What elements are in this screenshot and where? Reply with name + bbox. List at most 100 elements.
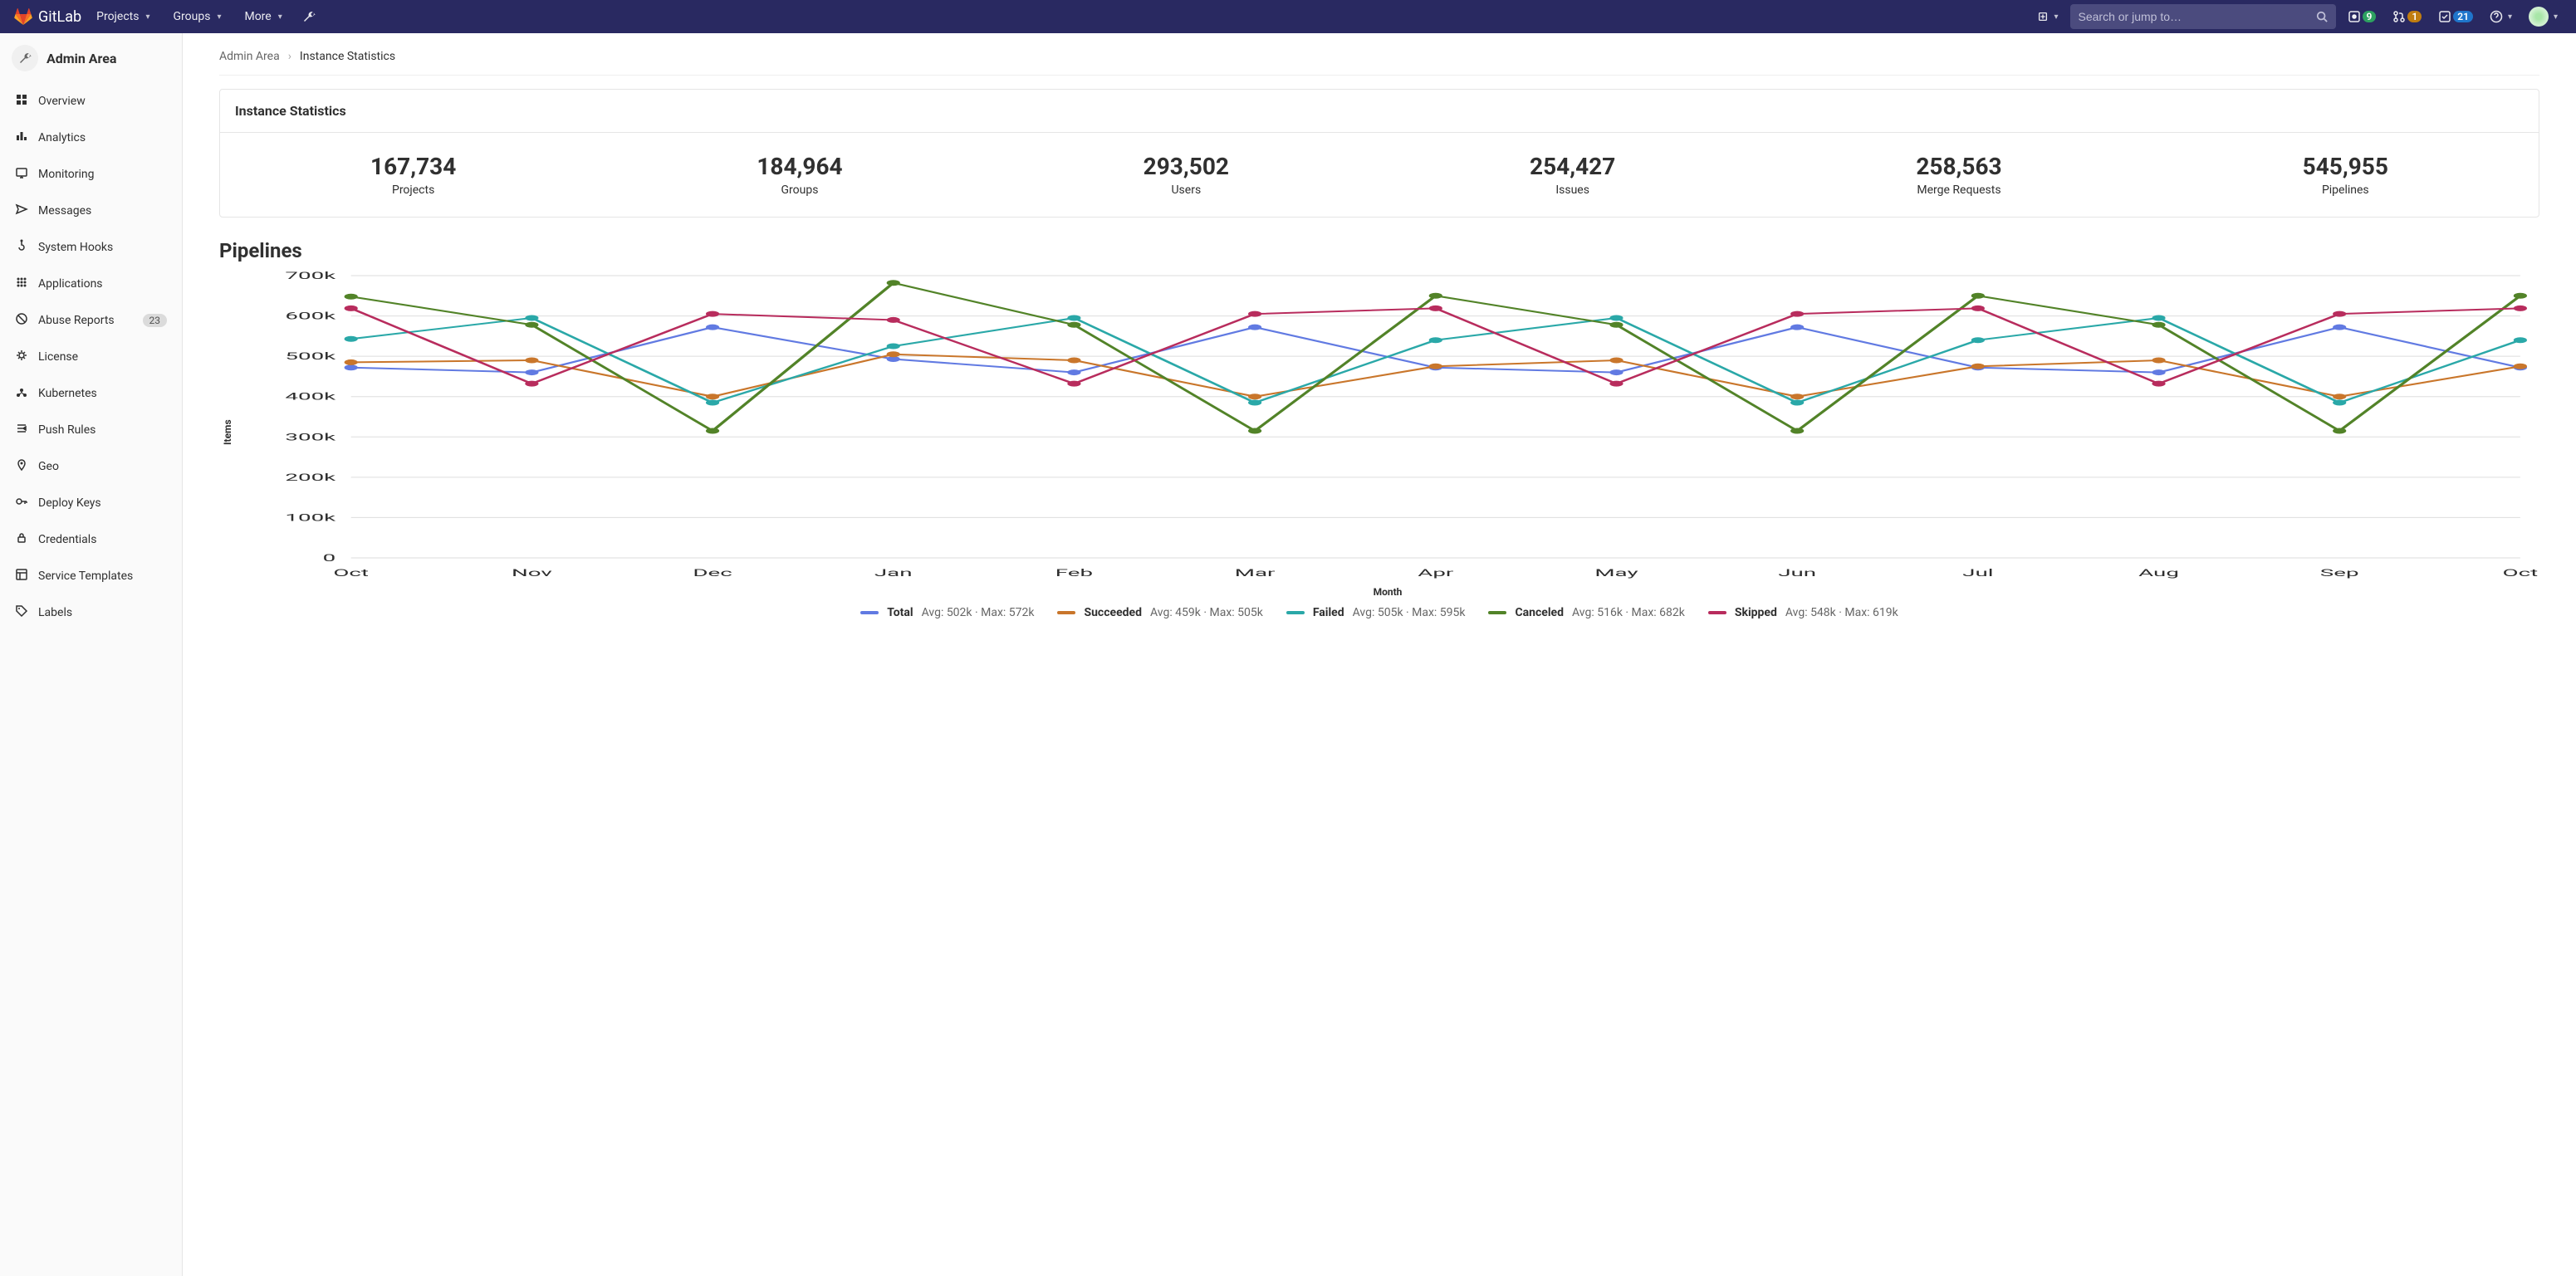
legend-swatch [860,611,879,614]
legend-item-total[interactable]: TotalAvg: 502k · Max: 572k [860,606,1034,619]
svg-text:Jun: Jun [1778,567,1816,579]
gitlab-logo[interactable]: GitLab [13,7,81,27]
issues-link[interactable]: 9 [2343,5,2382,28]
avatar [2529,7,2549,27]
stat-value: 293,502 [993,153,1379,180]
legend-sub: Avg: 548k · Max: 619k [1785,606,1898,619]
legend-sub: Avg: 516k · Max: 682k [1572,606,1685,619]
svg-text:700k: 700k [285,270,335,281]
nav-more[interactable]: More [236,5,290,28]
search-icon [2316,11,2328,22]
sidebar-item-system-hooks[interactable]: System Hooks [0,229,182,266]
card-title: Instance Statistics [220,90,2539,133]
section-title: Pipelines [183,218,2576,267]
sidebar-item-applications[interactable]: Applications [0,266,182,302]
sidebar-item-label: Push Rules [38,423,167,437]
mr-link[interactable]: 1 [2387,5,2427,28]
brand-text: GitLab [38,8,81,26]
y-axis-label: Items [219,267,236,598]
svg-text:Aug: Aug [2138,567,2179,579]
user-menu[interactable] [2524,2,2563,32]
sidebar-item-messages[interactable]: Messages [0,193,182,229]
breadcrumb: Admin Area › Instance Statistics [183,33,2576,75]
top-nav: GitLab Projects Groups More 9 1 21 [0,0,2576,33]
legend-name: Failed [1313,606,1344,619]
sidebar-item-label: Service Templates [38,570,167,583]
stat-value: 545,955 [2152,153,2539,180]
legend-item-succeeded[interactable]: SucceededAvg: 459k · Max: 505k [1057,606,1262,619]
stat-merge-requests: 258,563Merge Requests [1765,133,2152,217]
svg-text:600k: 600k [285,310,335,322]
svg-text:400k: 400k [285,391,335,403]
nav-projects[interactable]: Projects [88,5,158,28]
todo-badge: 21 [2453,11,2473,22]
sidebar-item-overview[interactable]: Overview [0,83,182,120]
stat-label: Users [993,183,1379,197]
svg-text:Jul: Jul [1962,567,1993,579]
sidebar-item-deploy-keys[interactable]: Deploy Keys [0,485,182,521]
svg-text:May: May [1594,567,1638,579]
legend-swatch [1057,611,1075,614]
stat-users: 293,502 Users [993,133,1379,217]
stat-label: Merge Requests [1765,183,2152,197]
sidebar-item-label: Labels [38,606,167,619]
messages-icon [15,203,28,219]
sidebar-item-geo[interactable]: Geo [0,448,182,485]
issues-badge: 9 [2363,11,2377,22]
svg-text:Oct: Oct [2503,567,2539,579]
sidebar-item-label: Monitoring [38,168,167,181]
svg-text:Sep: Sep [2320,567,2359,579]
template-icon [15,568,28,584]
svg-text:0: 0 [323,552,336,564]
overview-icon [15,93,28,110]
plus-menu[interactable] [2032,6,2063,27]
stat-value: 254,427 [1379,153,1765,180]
sidebar-item-license[interactable]: License [0,339,182,375]
chart-legend: TotalAvg: 502k · Max: 572kSucceededAvg: … [183,598,2576,619]
legend-item-failed[interactable]: FailedAvg: 505k · Max: 595k [1286,606,1466,619]
legend-swatch [1488,611,1506,614]
legend-name: Succeeded [1084,606,1142,619]
sidebar-item-abuse-reports[interactable]: Abuse Reports23 [0,302,182,339]
sidebar-item-label: Abuse Reports [38,314,133,327]
stat-value: 184,964 [606,153,992,180]
main-content: Admin Area › Instance Statistics Instanc… [183,33,2576,1276]
breadcrumb-root[interactable]: Admin Area [219,50,280,63]
svg-text:Feb: Feb [1055,567,1093,579]
todo-link[interactable]: 21 [2433,5,2478,28]
svg-text:200k: 200k [285,472,335,483]
sidebar-item-label: Applications [38,277,167,291]
sidebar-item-kubernetes[interactable]: Kubernetes [0,375,182,412]
legend-name: Total [887,606,913,619]
nav-groups[interactable]: Groups [165,5,230,28]
sidebar-item-push-rules[interactable]: Push Rules [0,412,182,448]
search-box[interactable] [2070,4,2336,29]
sidebar-item-credentials[interactable]: Credentials [0,521,182,558]
search-input[interactable] [2079,10,2316,23]
sidebar-item-monitoring[interactable]: Monitoring [0,156,182,193]
stat-label: Pipelines [2152,183,2539,197]
help-menu[interactable] [2485,5,2517,28]
wrench-icon [12,45,38,71]
legend-item-skipped[interactable]: SkippedAvg: 548k · Max: 619k [1708,606,1898,619]
sidebar-item-label: Overview [38,95,167,108]
sidebar-item-label: License [38,350,167,364]
hooks-icon [15,239,28,256]
stat-issues: 254,427Issues [1379,133,1765,217]
admin-wrench-icon[interactable] [297,5,321,28]
stat-projects: 167,734Projects [220,133,606,217]
k8s-icon [15,385,28,402]
sidebar-item-label: System Hooks [38,241,167,254]
sidebar-header[interactable]: Admin Area [0,33,182,83]
x-axis-label: Month [236,586,2539,598]
apps-icon [15,276,28,292]
sidebar-item-service-templates[interactable]: Service Templates [0,558,182,594]
svg-text:Oct: Oct [333,567,369,579]
sidebar-item-labels[interactable]: Labels [0,594,182,631]
pipelines-chart: Items 0100k200k300k400k500k600k700kOctNo… [219,267,2539,598]
analytics-icon [15,130,28,146]
legend-item-canceled[interactable]: CanceledAvg: 516k · Max: 682k [1488,606,1684,619]
lock-icon [15,531,28,548]
sidebar-item-analytics[interactable]: Analytics [0,120,182,156]
svg-text:Apr: Apr [1418,567,1453,579]
